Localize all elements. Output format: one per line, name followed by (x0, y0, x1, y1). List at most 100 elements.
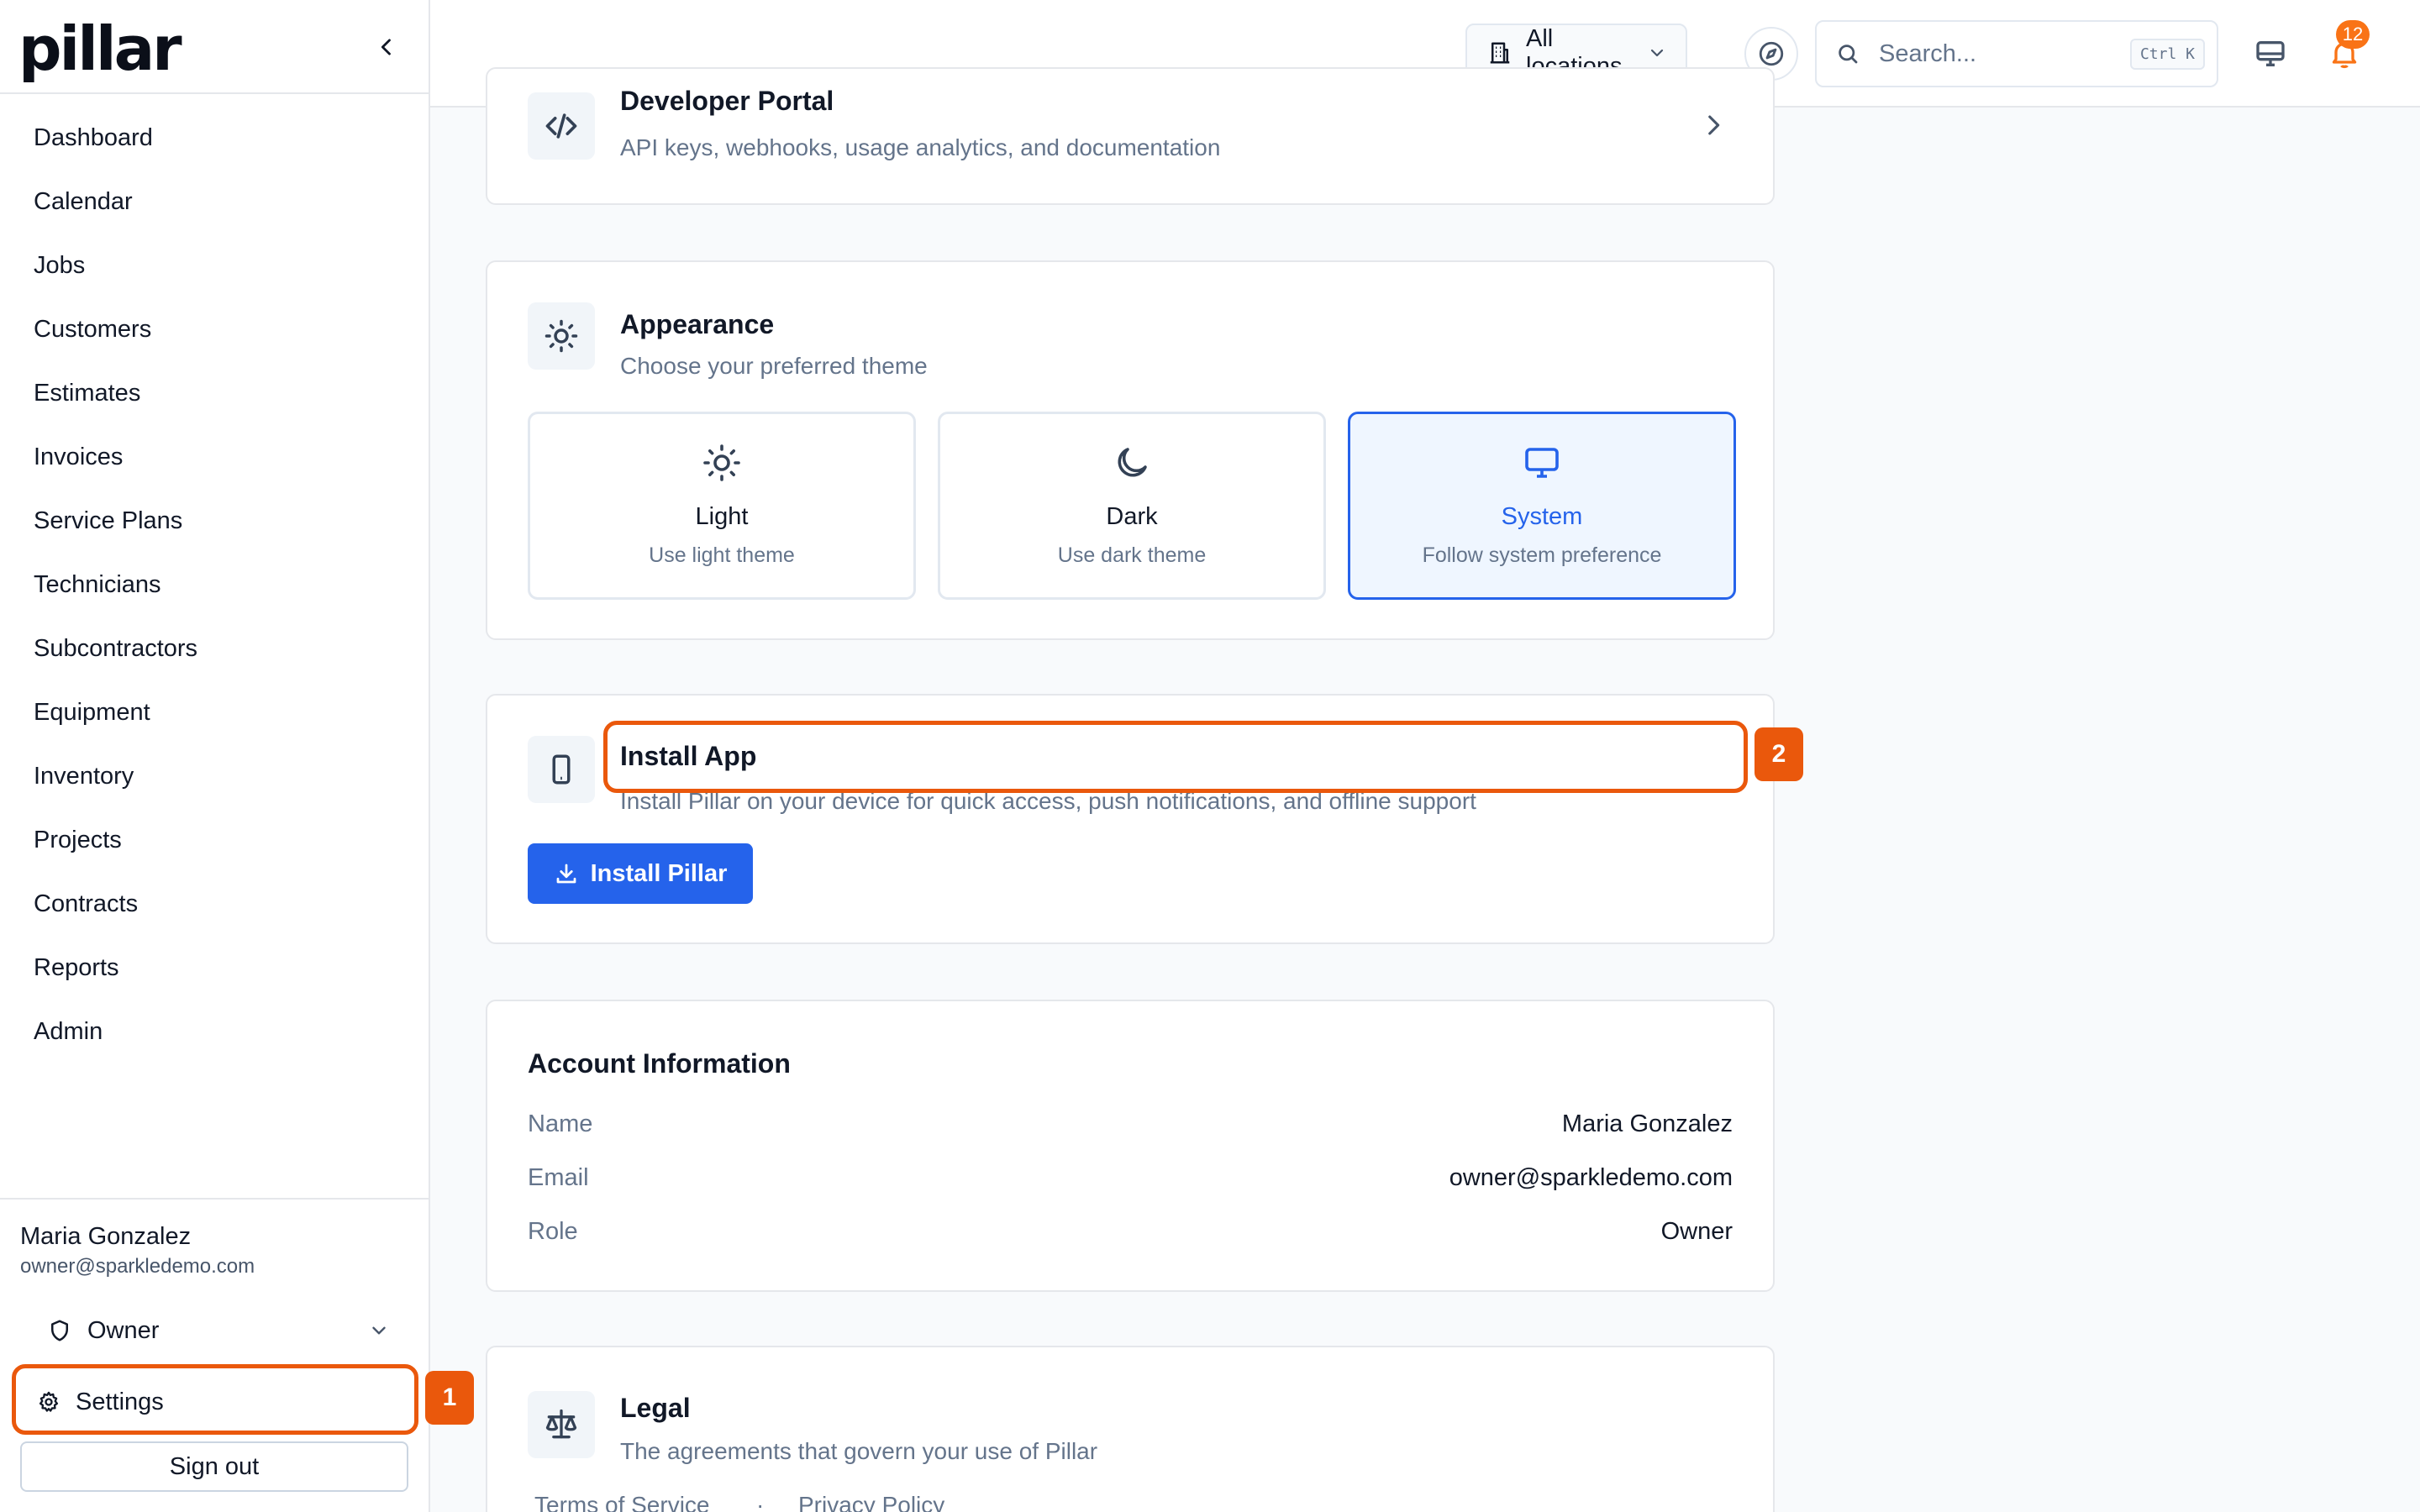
account-info-title: Account Information (528, 1048, 791, 1079)
notification-count-badge: 12 (2336, 20, 2370, 49)
theme-option-system[interactable]: System Follow system preference (1348, 412, 1736, 600)
sidebar-item-label: Projects (34, 826, 122, 853)
sign-out-button[interactable]: Sign out (20, 1441, 408, 1492)
install-app-card: Install App Install Pillar on your devic… (486, 694, 1775, 944)
account-row-name: Name Maria Gonzalez (528, 1110, 1733, 1144)
privacy-policy-link[interactable]: Privacy Policy (798, 1492, 944, 1512)
sidebar-item-projects[interactable]: Projects (0, 808, 429, 872)
monitor-icon (2256, 41, 2285, 66)
legal-description: The agreements that govern your use of P… (620, 1438, 1098, 1464)
theme-option-label: System (1501, 503, 1583, 530)
sidebar-item-label: Estimates (34, 379, 141, 407)
sidebar-item-customers[interactable]: Customers (0, 297, 429, 361)
sidebar-item-label: Calendar (34, 187, 133, 215)
role-switcher[interactable]: Owner (20, 1304, 390, 1357)
sun-icon-tile (528, 302, 595, 370)
account-row-value: Owner (1660, 1218, 1733, 1245)
sidebar-item-inventory[interactable]: Inventory (0, 744, 429, 808)
sidebar-header: pillar (0, 0, 429, 94)
brand-logo[interactable]: pillar (18, 15, 182, 82)
user-email: owner@sparkledemo.com (20, 1255, 255, 1278)
settings-button[interactable]: Settings (20, 1376, 407, 1428)
sidebar-item-label: Subcontractors (34, 634, 198, 662)
link-separator: · (756, 1492, 765, 1512)
smartphone-icon-tile (528, 736, 595, 803)
sidebar-item-admin[interactable]: Admin (0, 1000, 429, 1063)
sidebar-item-dashboard[interactable]: Dashboard (0, 106, 429, 170)
theme-option-description: Use light theme (649, 543, 795, 567)
sidebar-nav: Dashboard Calendar Jobs Customers Estima… (0, 106, 429, 1063)
search-placeholder: Search... (1879, 39, 1977, 67)
developer-portal-description: API keys, webhooks, usage analytics, and… (620, 134, 1221, 160)
sidebar-item-label: Customers (34, 315, 152, 343)
theme-option-label: Dark (1106, 503, 1158, 530)
account-row-value: owner@sparkledemo.com (1449, 1164, 1733, 1191)
gear-icon (39, 1391, 59, 1412)
search-icon (1839, 45, 1858, 64)
collapse-sidebar-button[interactable] (366, 30, 407, 64)
account-row-key: Email (528, 1164, 589, 1191)
sidebar: pillar Dashboard Calendar Jobs Customers… (0, 0, 430, 1512)
theme-option-description: Use dark theme (1057, 543, 1207, 567)
account-row-key: Name (528, 1110, 593, 1137)
user-name: Maria Gonzalez (20, 1223, 192, 1250)
compass-icon (1759, 41, 1784, 66)
moon-icon (1118, 448, 1147, 477)
sidebar-item-jobs[interactable]: Jobs (0, 234, 429, 297)
account-info-card: Account Information Name Maria Gonzalez … (486, 1000, 1775, 1292)
theme-option-dark[interactable]: Dark Use dark theme (938, 412, 1326, 600)
theme-option-light[interactable]: Light Use light theme (528, 412, 916, 600)
download-icon (556, 864, 576, 884)
shield-icon (51, 1320, 68, 1341)
scale-icon (545, 1409, 577, 1439)
display-button[interactable] (2245, 32, 2296, 76)
sidebar-item-label: Technicians (34, 570, 161, 598)
sidebar-item-estimates[interactable]: Estimates (0, 361, 429, 425)
sidebar-item-equipment[interactable]: Equipment (0, 680, 429, 744)
sun-icon (703, 444, 740, 481)
appearance-description: Choose your preferred theme (620, 353, 928, 379)
account-row-value: Maria Gonzalez (1561, 1110, 1733, 1137)
sidebar-item-label: Reports (34, 953, 119, 981)
account-row-key: Role (528, 1218, 578, 1245)
smartphone-icon (552, 754, 571, 785)
sidebar-item-invoices[interactable]: Invoices (0, 425, 429, 489)
sidebar-item-label: Jobs (34, 251, 86, 279)
sidebar-item-service-plans[interactable]: Service Plans (0, 489, 429, 553)
annotation-badge-1: 1 (425, 1371, 474, 1425)
sidebar-item-label: Admin (34, 1017, 103, 1045)
sidebar-item-reports[interactable]: Reports (0, 936, 429, 1000)
sidebar-item-technicians[interactable]: Technicians (0, 553, 429, 617)
account-row-email: Email owner@sparkledemo.com (528, 1164, 1733, 1198)
sidebar-item-calendar[interactable]: Calendar (0, 170, 429, 234)
search-input[interactable]: Search... Ctrl K (1815, 20, 2218, 87)
theme-option-description: Follow system preference (1422, 543, 1662, 567)
scale-icon-tile (528, 1391, 595, 1458)
developer-portal-card[interactable]: Developer Portal API keys, webhooks, usa… (486, 67, 1775, 205)
legal-title: Legal (620, 1393, 691, 1423)
sidebar-item-label: Service Plans (34, 507, 183, 534)
sun-icon (544, 319, 578, 353)
terms-of-service-link[interactable]: Terms of Service (534, 1492, 710, 1512)
sidebar-item-contracts[interactable]: Contracts (0, 872, 429, 936)
user-panel: Maria Gonzalez owner@sparkledemo.com Own… (0, 1198, 429, 1512)
building-icon (1490, 42, 1510, 64)
install-pillar-button[interactable]: Install Pillar (528, 843, 753, 904)
search-shortcut-hint: Ctrl K (2129, 38, 2205, 70)
sidebar-item-label: Dashboard (34, 123, 153, 151)
monitor-icon (1525, 448, 1559, 478)
chevron-left-icon (381, 39, 391, 55)
developer-portal-title: Developer Portal (620, 86, 834, 116)
code-icon (545, 113, 577, 139)
appearance-title: Appearance (620, 309, 775, 339)
install-pillar-label: Install Pillar (590, 859, 728, 887)
chevron-down-icon (372, 1326, 386, 1335)
account-row-role: Role Owner (528, 1218, 1733, 1252)
theme-option-label: Light (695, 503, 749, 530)
install-app-title: Install App (620, 741, 757, 771)
sidebar-item-label: Inventory (34, 762, 134, 790)
sidebar-item-subcontractors[interactable]: Subcontractors (0, 617, 429, 680)
install-app-description: Install Pillar on your device for quick … (620, 788, 1476, 814)
chevron-down-icon (1650, 49, 1664, 57)
annotation-badge-2: 2 (1754, 727, 1803, 781)
